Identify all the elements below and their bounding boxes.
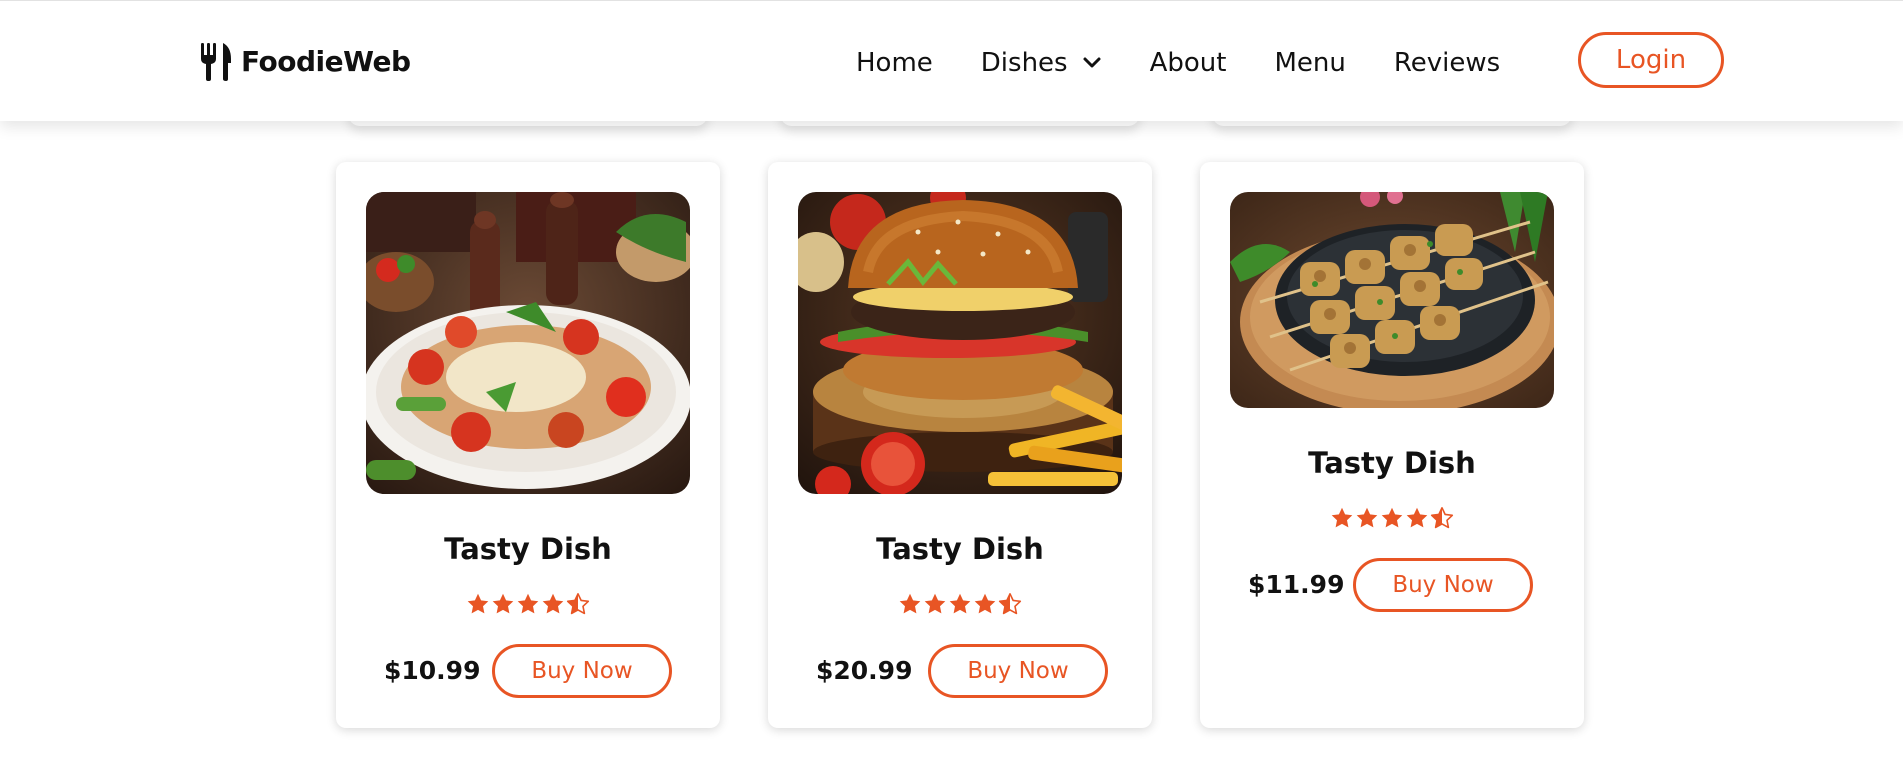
nav-item-label: Dishes — [980, 48, 1068, 78]
dish-image-chicken-skewers — [1230, 192, 1554, 408]
star-full-icon — [517, 593, 539, 614]
nav-item-label: Reviews — [1393, 48, 1501, 78]
star-half-icon — [1430, 507, 1454, 529]
nav-item-about[interactable]: About — [1150, 48, 1227, 78]
brand-logo[interactable]: FoodieWeb — [199, 41, 411, 81]
nav-item-reviews[interactable]: Reviews — [1394, 48, 1500, 78]
nav-item-menu[interactable]: Menu — [1274, 48, 1345, 78]
star-rating — [336, 592, 720, 616]
chevron-down-icon — [1083, 57, 1101, 68]
star-full-icon — [542, 593, 564, 614]
star-full-icon — [949, 593, 971, 614]
main-nav: Home Dishes About Menu Reviews — [856, 43, 1500, 83]
dish-card: Tasty Dish $10.99 Buy Now — [336, 162, 720, 728]
dish-price: $11.99 — [1248, 570, 1345, 599]
star-full-icon — [1356, 507, 1378, 528]
star-full-icon — [467, 593, 489, 614]
dish-price: $20.99 — [816, 656, 913, 685]
star-full-icon — [1406, 507, 1428, 528]
dish-card: Tasty Dish $20.99 Buy Now — [768, 162, 1152, 728]
dish-title: Tasty Dish — [876, 532, 1044, 566]
page: FoodieWeb Home Dishes About Menu Reviews — [0, 0, 1903, 757]
star-half-icon — [998, 593, 1022, 615]
nav-item-label: Home — [856, 48, 933, 78]
dish-title: Tasty Dish — [444, 532, 612, 566]
nav-item-dishes[interactable]: Dishes — [981, 48, 1102, 78]
dish-card: Tasty Dish $11.99 Buy Now — [1200, 162, 1584, 728]
nav-item-label: About — [1149, 48, 1227, 78]
dish-image-kebab-platter — [366, 192, 690, 494]
nav-item-label: Menu — [1274, 48, 1346, 78]
star-full-icon — [1381, 507, 1403, 528]
login-button[interactable]: Login — [1578, 32, 1724, 88]
dish-image-burger — [798, 192, 1122, 494]
brand-name: FoodieWeb — [241, 44, 411, 78]
site-header: FoodieWeb Home Dishes About Menu Reviews — [0, 0, 1903, 121]
star-full-icon — [492, 593, 514, 614]
dish-price: $10.99 — [384, 656, 481, 685]
fork-knife-icon — [201, 43, 231, 81]
star-rating — [768, 592, 1152, 616]
star-half-icon — [566, 593, 590, 615]
nav-item-home[interactable]: Home — [856, 48, 933, 78]
buy-now-button[interactable]: Buy Now — [492, 644, 672, 698]
star-full-icon — [924, 593, 946, 614]
star-full-icon — [974, 593, 996, 614]
star-full-icon — [899, 593, 921, 614]
dish-title: Tasty Dish — [1308, 446, 1476, 480]
buy-now-button[interactable]: Buy Now — [1353, 558, 1533, 612]
star-rating — [1200, 506, 1584, 530]
buy-now-button[interactable]: Buy Now — [928, 644, 1108, 698]
star-full-icon — [1331, 507, 1353, 528]
